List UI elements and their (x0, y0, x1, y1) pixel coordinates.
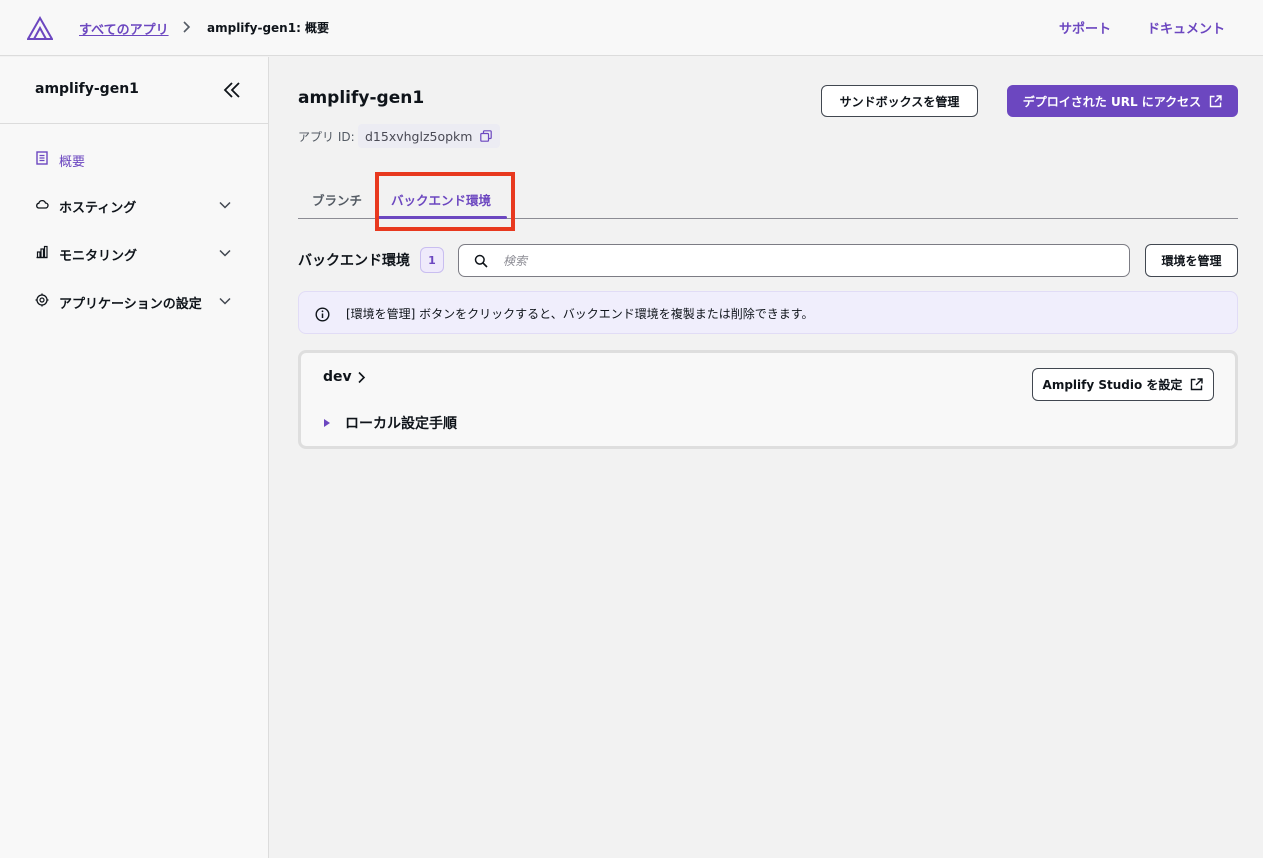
breadcrumb-chevron-right-icon (183, 21, 191, 33)
app-id-label: アプリ ID: (298, 130, 355, 144)
sidebar-header: amplify-gen1 (0, 57, 268, 124)
manage-sandbox-label: サンドボックスを管理 (839, 94, 960, 109)
sidebar-app-title: amplify-gen1 (35, 81, 139, 97)
bar-chart-icon (36, 245, 48, 259)
info-alert-text: [環境を管理] ボタンをクリックすると、バックエンド環境を複製または削除できます… (346, 307, 814, 321)
tab-branches[interactable]: ブランチ (312, 190, 362, 209)
manage-sandbox-button[interactable]: サンドボックスを管理 (821, 85, 978, 117)
cloud-icon (36, 200, 49, 209)
configure-amplify-studio-button[interactable]: Amplify Studio を設定 (1032, 368, 1214, 401)
chevron-right-icon[interactable] (356, 371, 366, 384)
document-icon (36, 151, 48, 165)
chevron-down-icon (219, 249, 231, 257)
sidebar-item-hosting[interactable]: ホスティング (0, 190, 268, 220)
sidebar-item-label: 概要 (59, 155, 86, 170)
search-box (458, 244, 1130, 277)
top-navigation: すべてのアプリ amplify-gen1: 概要 サポート ドキュメント (0, 0, 1263, 56)
environment-card: dev Amplify Studio を設定 ローカル設定手順 (298, 350, 1238, 449)
manage-environments-button[interactable]: 環境を管理 (1145, 244, 1238, 277)
active-tab-indicator (377, 216, 507, 219)
app-id-value: d15xvhglz5opkm (365, 128, 473, 144)
section-title: バックエンド環境 (298, 253, 410, 269)
sidebar-item-overview[interactable]: 概要 (0, 144, 268, 174)
manage-environments-label: 環境を管理 (1161, 254, 1222, 268)
caret-right-icon (324, 419, 330, 427)
chevron-down-icon (219, 297, 231, 305)
environment-name-link[interactable]: dev (323, 369, 352, 385)
visit-deployed-url-button[interactable]: デプロイされた URL にアクセス (1007, 85, 1238, 117)
sidebar-item-label: モニタリング (59, 249, 138, 264)
external-link-icon (1191, 378, 1204, 391)
copy-icon[interactable] (480, 130, 493, 142)
sidebar-item-label: アプリケーションの設定 (59, 297, 202, 312)
breadcrumb-all-apps-link[interactable]: すべてのアプリ (79, 19, 169, 38)
environment-count-badge: 1 (420, 247, 444, 273)
configure-amplify-studio-label: Amplify Studio を設定 (1042, 378, 1183, 392)
external-link-icon (1209, 94, 1222, 107)
page-title: amplify-gen1 (298, 88, 425, 108)
support-link[interactable]: サポート (1059, 18, 1111, 37)
tab-bar: ブランチ バックエンド環境 (298, 176, 1238, 219)
amplify-logo-icon[interactable] (27, 16, 53, 40)
app-id-chip: d15xvhglz5opkm (358, 124, 501, 148)
sidebar-item-monitoring[interactable]: モニタリング (0, 238, 268, 268)
documentation-link[interactable]: ドキュメント (1147, 18, 1225, 37)
search-input[interactable] (503, 250, 1103, 272)
chevron-down-icon (219, 201, 231, 209)
info-alert: [環境を管理] ボタンをクリックすると、バックエンド環境を複製または削除できます… (298, 291, 1238, 334)
sidebar-item-label: ホスティング (59, 201, 137, 216)
gear-icon (35, 293, 49, 307)
sidebar-item-app-settings[interactable]: アプリケーションの設定 (0, 286, 268, 316)
sidebar: amplify-gen1 概要 ホスティング モニタリング アプリケーションの設… (0, 57, 269, 858)
local-setup-expander[interactable]: ローカル設定手順 (323, 413, 457, 433)
visit-deployed-url-label: デプロイされた URL にアクセス (1022, 94, 1202, 109)
collapse-sidebar-icon[interactable] (222, 81, 242, 99)
search-icon (474, 254, 488, 268)
info-icon (315, 307, 330, 322)
local-setup-label: ローカル設定手順 (345, 416, 457, 432)
breadcrumb-current: amplify-gen1: 概要 (207, 21, 330, 35)
tab-backend-environments[interactable]: バックエンド環境 (391, 190, 491, 209)
